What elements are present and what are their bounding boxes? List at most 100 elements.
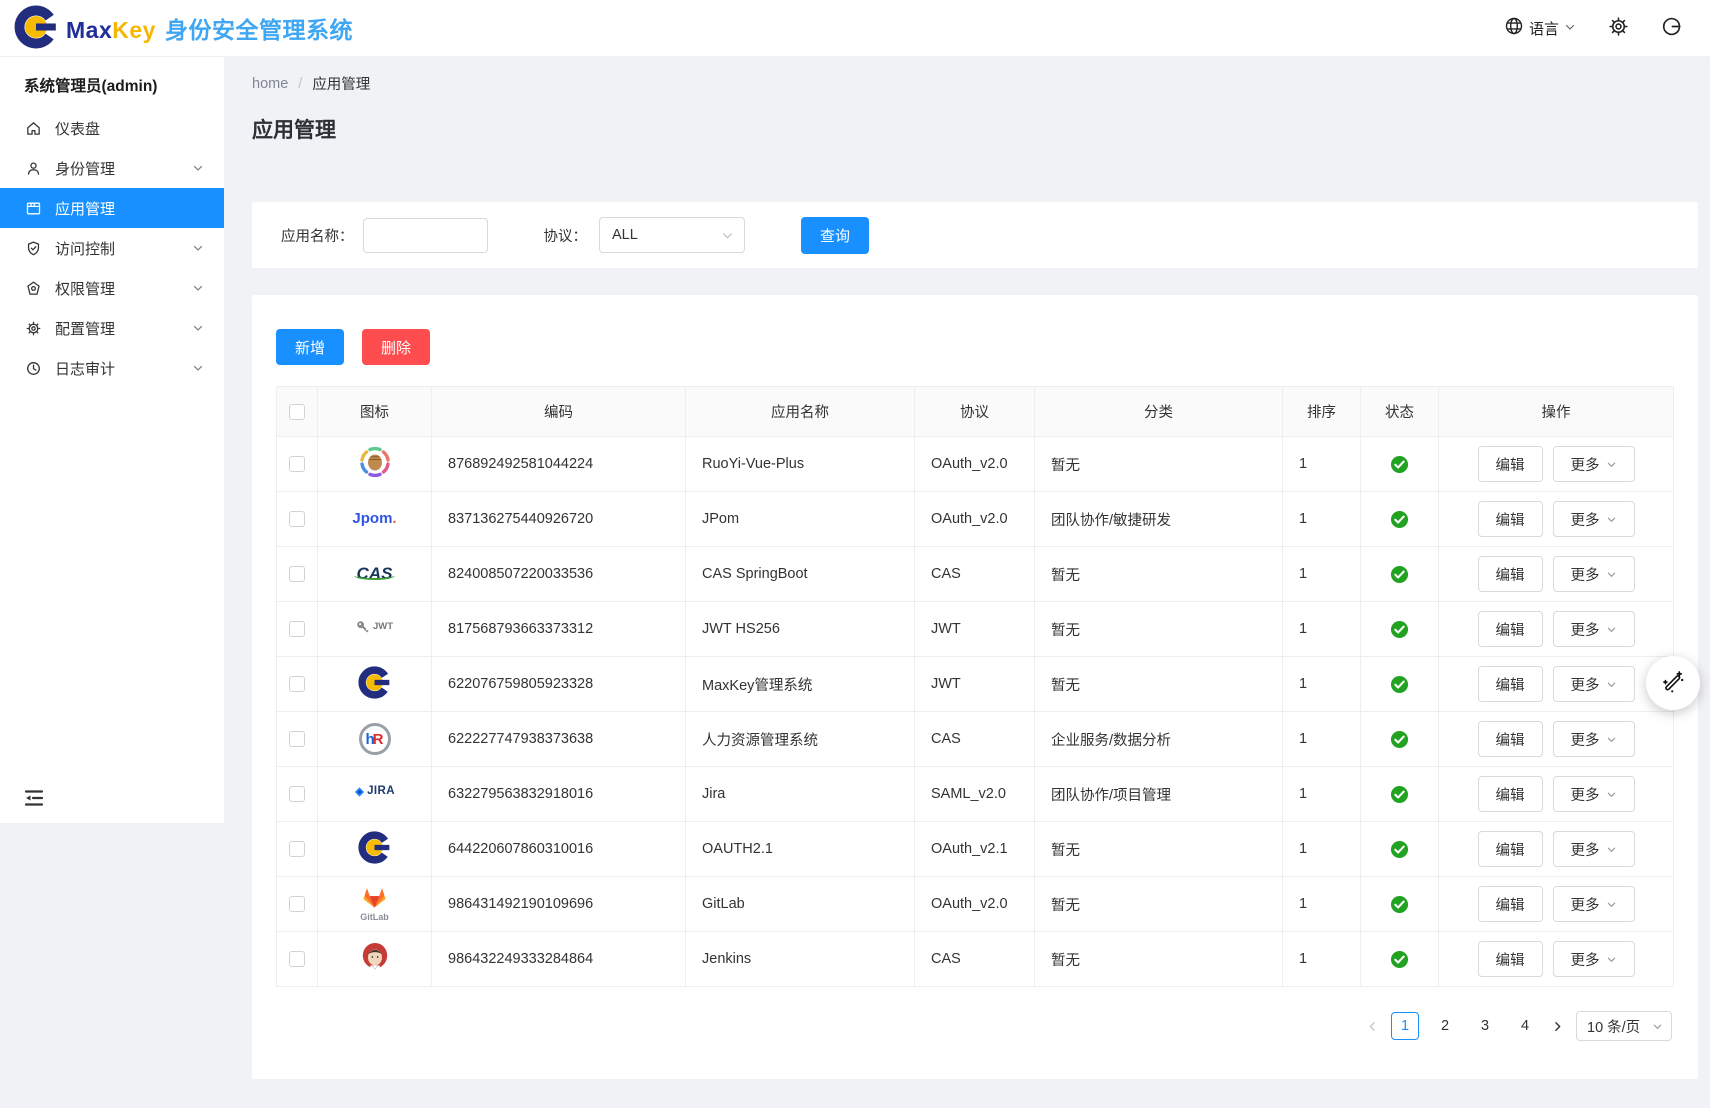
chevron-down-icon [192,322,204,334]
row-checkbox[interactable] [289,896,305,912]
select-all-checkbox[interactable] [289,404,305,420]
edit-button[interactable]: 编辑 [1478,501,1543,537]
app-logo-cas-icon: CAS [357,565,393,582]
app-code: 876892492581044224 [432,437,686,492]
edit-button[interactable]: 编辑 [1478,446,1543,482]
page-button-1[interactable]: 1 [1391,1012,1419,1040]
edit-button[interactable]: 编辑 [1478,721,1543,757]
table-row: 622076759805923328MaxKey管理系统JWT暂无1编辑更多 [277,657,1674,712]
language-switcher[interactable]: 语言 [1504,16,1576,40]
more-button[interactable]: 更多 [1553,886,1635,922]
app-name: RuoYi-Vue-Plus [686,437,915,492]
more-button[interactable]: 更多 [1553,941,1635,977]
app-name: MaxKey管理系统 [686,657,915,712]
brand-suffix: 身份安全管理系统 [165,17,353,43]
search-button[interactable]: 查询 [801,217,869,254]
app-name: Jenkins [686,932,915,987]
app-category: 暂无 [1035,932,1283,987]
more-button[interactable]: 更多 [1553,611,1635,647]
more-button[interactable]: 更多 [1553,446,1635,482]
status-enabled-icon [1390,621,1409,637]
app-sort: 1 [1283,712,1361,767]
breadcrumb-home[interactable]: home [252,76,288,92]
row-checkbox[interactable] [289,511,305,527]
app-category: 团队协作/项目管理 [1035,767,1283,822]
row-checkbox[interactable] [289,951,305,967]
next-page-button[interactable] [1551,1020,1564,1033]
app-name: 人力资源管理系统 [686,712,915,767]
brand-logo: MaxKey身份安全管理系统 [14,5,353,52]
sidebar-item-label: 配置管理 [55,318,115,339]
page-size-value: 10 条/页 [1587,1016,1640,1037]
column-header: 分类 [1035,387,1283,437]
app-name: JPom [686,492,915,547]
table-row: CAS824008507220033536CAS SpringBootCAS暂无… [277,547,1674,602]
sidebar-item-perms[interactable]: 权限管理 [0,268,224,308]
status-enabled-icon [1390,841,1409,857]
app-code: 644220607860310016 [432,822,686,877]
sidebar-item-apps[interactable]: 应用管理 [0,188,224,228]
app-name-input[interactable] [363,218,488,253]
row-checkbox[interactable] [289,731,305,747]
edit-button[interactable]: 编辑 [1478,666,1543,702]
magic-wand-icon [1660,669,1686,698]
more-button[interactable]: 更多 [1553,776,1635,812]
table-row: 986432249333284864JenkinsCAS暂无1编辑更多 [277,932,1674,987]
header-actions: 语言 [1504,16,1682,40]
breadcrumb-separator: / [298,76,302,92]
pagination: 1234 10 条/页 [276,1011,1672,1041]
row-checkbox[interactable] [289,456,305,472]
row-checkbox[interactable] [289,621,305,637]
edit-button[interactable]: 编辑 [1478,776,1543,812]
app-code: 817568793663373312 [432,602,686,657]
add-button[interactable]: 新增 [276,329,344,365]
theme-wand-button[interactable] [1646,656,1700,710]
sidebar-item-identity[interactable]: 身份管理 [0,148,224,188]
row-checkbox[interactable] [289,841,305,857]
edit-button[interactable]: 编辑 [1478,886,1543,922]
prev-page-button[interactable] [1366,1020,1379,1033]
sidebar-item-audit[interactable]: 日志审计 [0,348,224,388]
more-button[interactable]: 更多 [1553,721,1635,757]
column-header: 协议 [915,387,1035,437]
collapse-sidebar-button[interactable] [22,786,46,813]
column-header: 应用名称 [686,387,915,437]
chevron-down-icon [192,282,204,294]
row-checkbox[interactable] [289,786,305,802]
protocol-select[interactable]: ALL [599,217,745,253]
logout-button[interactable] [1661,16,1682,40]
edit-button[interactable]: 编辑 [1478,556,1543,592]
settings-button[interactable] [1608,16,1629,40]
app-category: 暂无 [1035,547,1283,602]
row-checkbox[interactable] [289,566,305,582]
page-button-2[interactable]: 2 [1431,1012,1459,1040]
sidebar-item-dashboard[interactable]: 仪表盘 [0,108,224,148]
app-logo-gitlab-icon: GitLab [360,886,389,923]
edit-button[interactable]: 编辑 [1478,941,1543,977]
edit-button[interactable]: 编辑 [1478,831,1543,867]
sidebar-item-access[interactable]: 访问控制 [0,228,224,268]
page-button-4[interactable]: 4 [1511,1012,1539,1040]
delete-button[interactable]: 删除 [362,329,430,365]
gear-icon [1608,16,1629,40]
page-button-3[interactable]: 3 [1471,1012,1499,1040]
maxkey-logo-icon [14,5,58,52]
protocol-label: 协议： [544,225,588,246]
brand-max: Max [66,17,112,43]
edit-button[interactable]: 编辑 [1478,611,1543,647]
app-name: Jira [686,767,915,822]
main-content: home / 应用管理 应用管理 应用名称： 协议： ALL 查询 新增 删除 … [225,57,1710,1108]
more-button[interactable]: 更多 [1553,831,1635,867]
more-button[interactable]: 更多 [1553,501,1635,537]
more-button[interactable]: 更多 [1553,666,1635,702]
more-button[interactable]: 更多 [1553,556,1635,592]
app-protocol: JWT [915,602,1035,657]
applications-panel: 新增 删除 图标编码应用名称协议分类排序状态操作 876892492581044… [252,295,1698,1079]
status-enabled-icon [1390,951,1409,967]
row-checkbox[interactable] [289,676,305,692]
sidebar-item-config[interactable]: 配置管理 [0,308,224,348]
page-size-select[interactable]: 10 条/页 [1576,1011,1672,1041]
column-header: 图标 [318,387,432,437]
sidebar-menu: 仪表盘身份管理应用管理访问控制权限管理配置管理日志审计 [0,108,224,388]
app-protocol: CAS [915,932,1035,987]
